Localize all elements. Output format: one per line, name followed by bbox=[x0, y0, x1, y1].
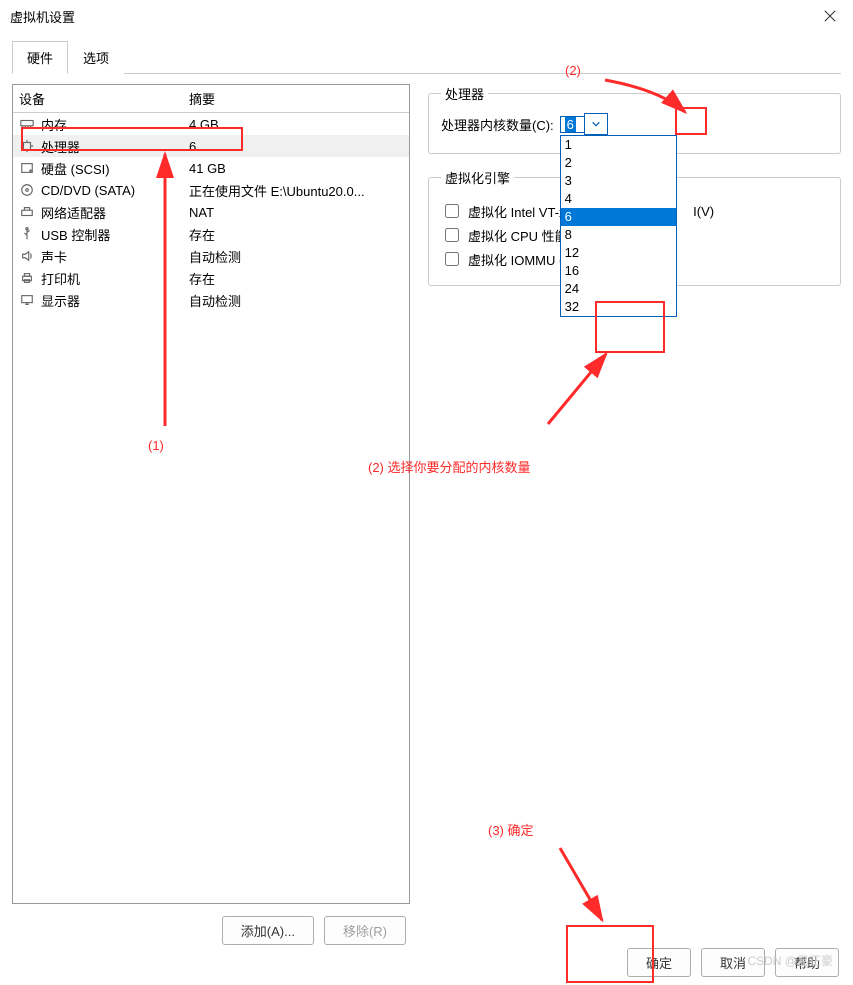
device-name: 显示器 bbox=[41, 291, 80, 310]
device-list-header: 设备 摘要 bbox=[13, 85, 409, 113]
cores-dropdown-button[interactable] bbox=[584, 113, 608, 135]
device-row-8[interactable]: 显示器 自动检测 bbox=[13, 289, 409, 311]
vtx-checkbox[interactable] bbox=[445, 204, 459, 218]
tabs: 硬件 选项 bbox=[12, 40, 841, 74]
help-button[interactable]: 帮助 bbox=[775, 948, 839, 977]
device-row-5[interactable]: USB 控制器 存在 bbox=[13, 223, 409, 245]
device-name: 声卡 bbox=[41, 247, 67, 266]
device-name: 打印机 bbox=[41, 269, 80, 288]
device-row-2[interactable]: 硬盘 (SCSI) 41 GB bbox=[13, 157, 409, 179]
device-row-3[interactable]: CD/DVD (SATA) 正在使用文件 E:\Ubuntu20.0... bbox=[13, 179, 409, 201]
cores-value: 6 bbox=[565, 117, 576, 132]
titlebar: 虚拟机设置 bbox=[0, 0, 853, 32]
col-summary-header: 摘要 bbox=[183, 85, 409, 112]
device-row-4[interactable]: 网络适配器 NAT bbox=[13, 201, 409, 223]
cores-select[interactable]: 6 bbox=[560, 116, 585, 133]
device-row-6[interactable]: 声卡 自动检测 bbox=[13, 245, 409, 267]
cores-option-4[interactable]: 4 bbox=[561, 190, 676, 208]
device-summary: 自动检测 bbox=[183, 247, 409, 266]
virtualization-legend: 虚拟化引擎 bbox=[441, 168, 514, 187]
cores-option-6[interactable]: 6 bbox=[561, 208, 676, 226]
disk-icon bbox=[19, 160, 35, 176]
ok-button[interactable]: 确定 bbox=[627, 948, 691, 977]
cores-option-24[interactable]: 24 bbox=[561, 280, 676, 298]
processor-legend: 处理器 bbox=[441, 84, 488, 103]
col-device-header: 设备 bbox=[13, 85, 183, 112]
device-summary: 存在 bbox=[183, 269, 409, 288]
device-summary: 正在使用文件 E:\Ubuntu20.0... bbox=[183, 181, 409, 200]
add-button[interactable]: 添加(A)... bbox=[222, 916, 314, 945]
tab-options[interactable]: 选项 bbox=[68, 41, 124, 74]
device-name: CD/DVD (SATA) bbox=[41, 183, 135, 198]
device-summary: 自动检测 bbox=[183, 291, 409, 310]
cd-icon bbox=[19, 182, 35, 198]
vtx-label: 虚拟化 Intel VT-x/ bbox=[468, 202, 569, 221]
device-summary: 6 bbox=[183, 139, 409, 154]
cores-option-3[interactable]: 3 bbox=[561, 172, 676, 190]
cores-option-2[interactable]: 2 bbox=[561, 154, 676, 172]
close-button[interactable] bbox=[807, 0, 853, 32]
device-name: 内存 bbox=[41, 115, 67, 134]
processor-group: 处理器 处理器内核数量(C): 6 12346812162432 bbox=[428, 84, 841, 154]
cpu-icon bbox=[19, 138, 35, 154]
cores-option-16[interactable]: 16 bbox=[561, 262, 676, 280]
display-icon bbox=[19, 292, 35, 308]
device-name: 网络适配器 bbox=[41, 203, 106, 222]
device-list: 设备 摘要 内存 4 GB 处理器 6 硬盘 (SCSI) 41 GB CD/DVD (SA… bbox=[12, 84, 410, 904]
printer-icon bbox=[19, 270, 35, 286]
window-title: 虚拟机设置 bbox=[10, 7, 75, 26]
cores-option-12[interactable]: 12 bbox=[561, 244, 676, 262]
network-icon bbox=[19, 204, 35, 220]
device-name: USB 控制器 bbox=[41, 225, 110, 244]
device-summary: 存在 bbox=[183, 225, 409, 244]
tab-hardware[interactable]: 硬件 bbox=[12, 41, 68, 74]
remove-button[interactable]: 移除(R) bbox=[324, 916, 406, 945]
cores-option-1[interactable]: 1 bbox=[561, 136, 676, 154]
device-row-0[interactable]: 内存 4 GB bbox=[13, 113, 409, 135]
vtx-label-tail: I(V) bbox=[693, 204, 714, 219]
cores-option-8[interactable]: 8 bbox=[561, 226, 676, 244]
iommu-checkbox[interactable] bbox=[445, 252, 459, 266]
cores-dropdown[interactable]: 12346812162432 bbox=[560, 135, 677, 317]
device-row-7[interactable]: 打印机 存在 bbox=[13, 267, 409, 289]
device-summary: 41 GB bbox=[183, 161, 409, 176]
device-row-1[interactable]: 处理器 6 bbox=[13, 135, 409, 157]
cancel-button[interactable]: 取消 bbox=[701, 948, 765, 977]
cores-option-32[interactable]: 32 bbox=[561, 298, 676, 316]
memory-icon bbox=[19, 116, 35, 132]
device-summary: NAT bbox=[183, 205, 409, 220]
usb-icon bbox=[19, 226, 35, 242]
device-name: 硬盘 (SCSI) bbox=[41, 159, 110, 178]
cpu-perf-checkbox[interactable] bbox=[445, 228, 459, 242]
iommu-label: 虚拟化 IOMMU (I bbox=[468, 250, 567, 269]
cores-label: 处理器内核数量(C): bbox=[441, 115, 554, 134]
device-summary: 4 GB bbox=[183, 117, 409, 132]
sound-icon bbox=[19, 248, 35, 264]
device-name: 处理器 bbox=[41, 137, 80, 156]
